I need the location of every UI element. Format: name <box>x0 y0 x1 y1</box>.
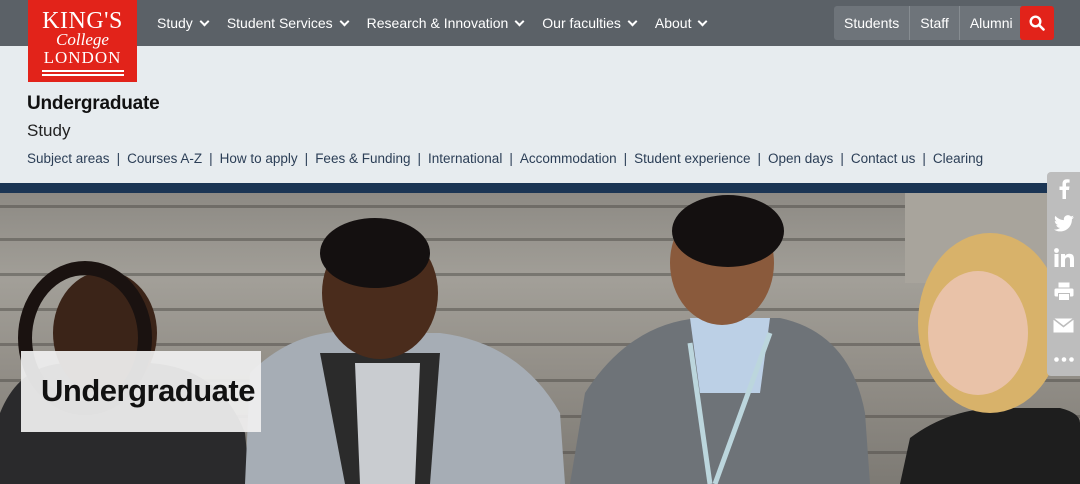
section-subtitle[interactable]: Study <box>27 121 70 141</box>
audience-staff-link[interactable]: Staff <box>909 6 959 40</box>
audience-switcher: Students Staff Alumni <box>834 6 1023 40</box>
more-icon[interactable] <box>1047 342 1080 376</box>
nav-study[interactable]: Study <box>157 15 210 31</box>
nav-about-label: About <box>654 15 692 31</box>
separator: | <box>304 151 309 166</box>
section-divider-bar <box>0 183 1080 193</box>
audience-alumni-link[interactable]: Alumni <box>958 6 1023 40</box>
nav-research-label: Research & Innovation <box>366 15 509 31</box>
separator: | <box>757 151 762 166</box>
hero-people-illustration <box>0 193 1080 484</box>
subnav-student-experience[interactable]: Student experience <box>634 151 750 166</box>
separator: | <box>417 151 422 166</box>
logo-rule <box>41 70 124 72</box>
main-nav: Study Student Services Research & Innova… <box>157 0 725 46</box>
linkedin-icon[interactable] <box>1047 240 1080 274</box>
separator: | <box>209 151 213 166</box>
subnav-accommodation[interactable]: Accommodation <box>520 151 617 166</box>
subnav-contact-us[interactable]: Contact us <box>851 151 916 166</box>
nav-about[interactable]: About <box>654 15 708 31</box>
nav-student-services[interactable]: Student Services <box>226 15 350 31</box>
chevron-down-icon <box>698 16 708 26</box>
subnav-how-to-apply[interactable]: How to apply <box>220 151 298 166</box>
hero-label-box: Undergraduate <box>21 351 261 432</box>
chevron-down-icon <box>339 16 350 26</box>
subnav-open-days[interactable]: Open days <box>768 151 833 166</box>
audience-students-link[interactable]: Students <box>834 6 909 40</box>
subnav-subject-areas[interactable]: Subject areas <box>27 151 110 166</box>
subnav-clearing[interactable]: Clearing <box>933 151 983 166</box>
chevron-down-icon <box>514 16 525 26</box>
logo-line-kings: KING'S <box>42 8 123 34</box>
search-button[interactable] <box>1020 6 1054 40</box>
top-navigation-bar: Study Student Services Research & Innova… <box>0 0 1080 46</box>
nav-student-services-label: Student Services <box>226 15 333 31</box>
separator: | <box>922 151 926 166</box>
email-icon[interactable] <box>1047 308 1080 342</box>
chevron-down-icon <box>627 16 638 26</box>
nav-faculties-label: Our faculties <box>542 15 621 31</box>
chevron-down-icon <box>199 16 210 26</box>
section-header: Undergraduate Study Subject areas | Cours… <box>0 46 1080 183</box>
facebook-icon[interactable] <box>1047 172 1080 206</box>
subnav-courses-a-z[interactable]: Courses A-Z <box>127 151 202 166</box>
logo-line-college: College <box>56 30 109 49</box>
nav-our-faculties[interactable]: Our faculties <box>542 15 638 31</box>
nav-study-label: Study <box>157 15 193 31</box>
separator: | <box>840 151 844 166</box>
logo-line-london: LONDON <box>43 48 122 67</box>
section-subnav: Subject areas | Courses A-Z | How to apply… <box>27 151 983 166</box>
separator: | <box>623 151 628 166</box>
kings-college-london-logo[interactable]: KING'S College LONDON <box>28 0 137 82</box>
subnav-international[interactable]: International <box>428 151 502 166</box>
nav-research-innovation[interactable]: Research & Innovation <box>366 15 525 31</box>
separator: | <box>509 151 513 166</box>
logo-rule <box>41 74 124 76</box>
print-icon[interactable] <box>1047 274 1080 308</box>
search-icon <box>1029 15 1045 31</box>
hero-image: Undergraduate <box>0 193 1080 484</box>
separator: | <box>116 151 121 166</box>
twitter-icon[interactable] <box>1047 206 1080 240</box>
section-title[interactable]: Undergraduate <box>27 93 160 115</box>
hero-label: Undergraduate <box>41 373 255 408</box>
subnav-fees-funding[interactable]: Fees & Funding <box>315 151 410 166</box>
share-rail <box>1047 172 1080 376</box>
